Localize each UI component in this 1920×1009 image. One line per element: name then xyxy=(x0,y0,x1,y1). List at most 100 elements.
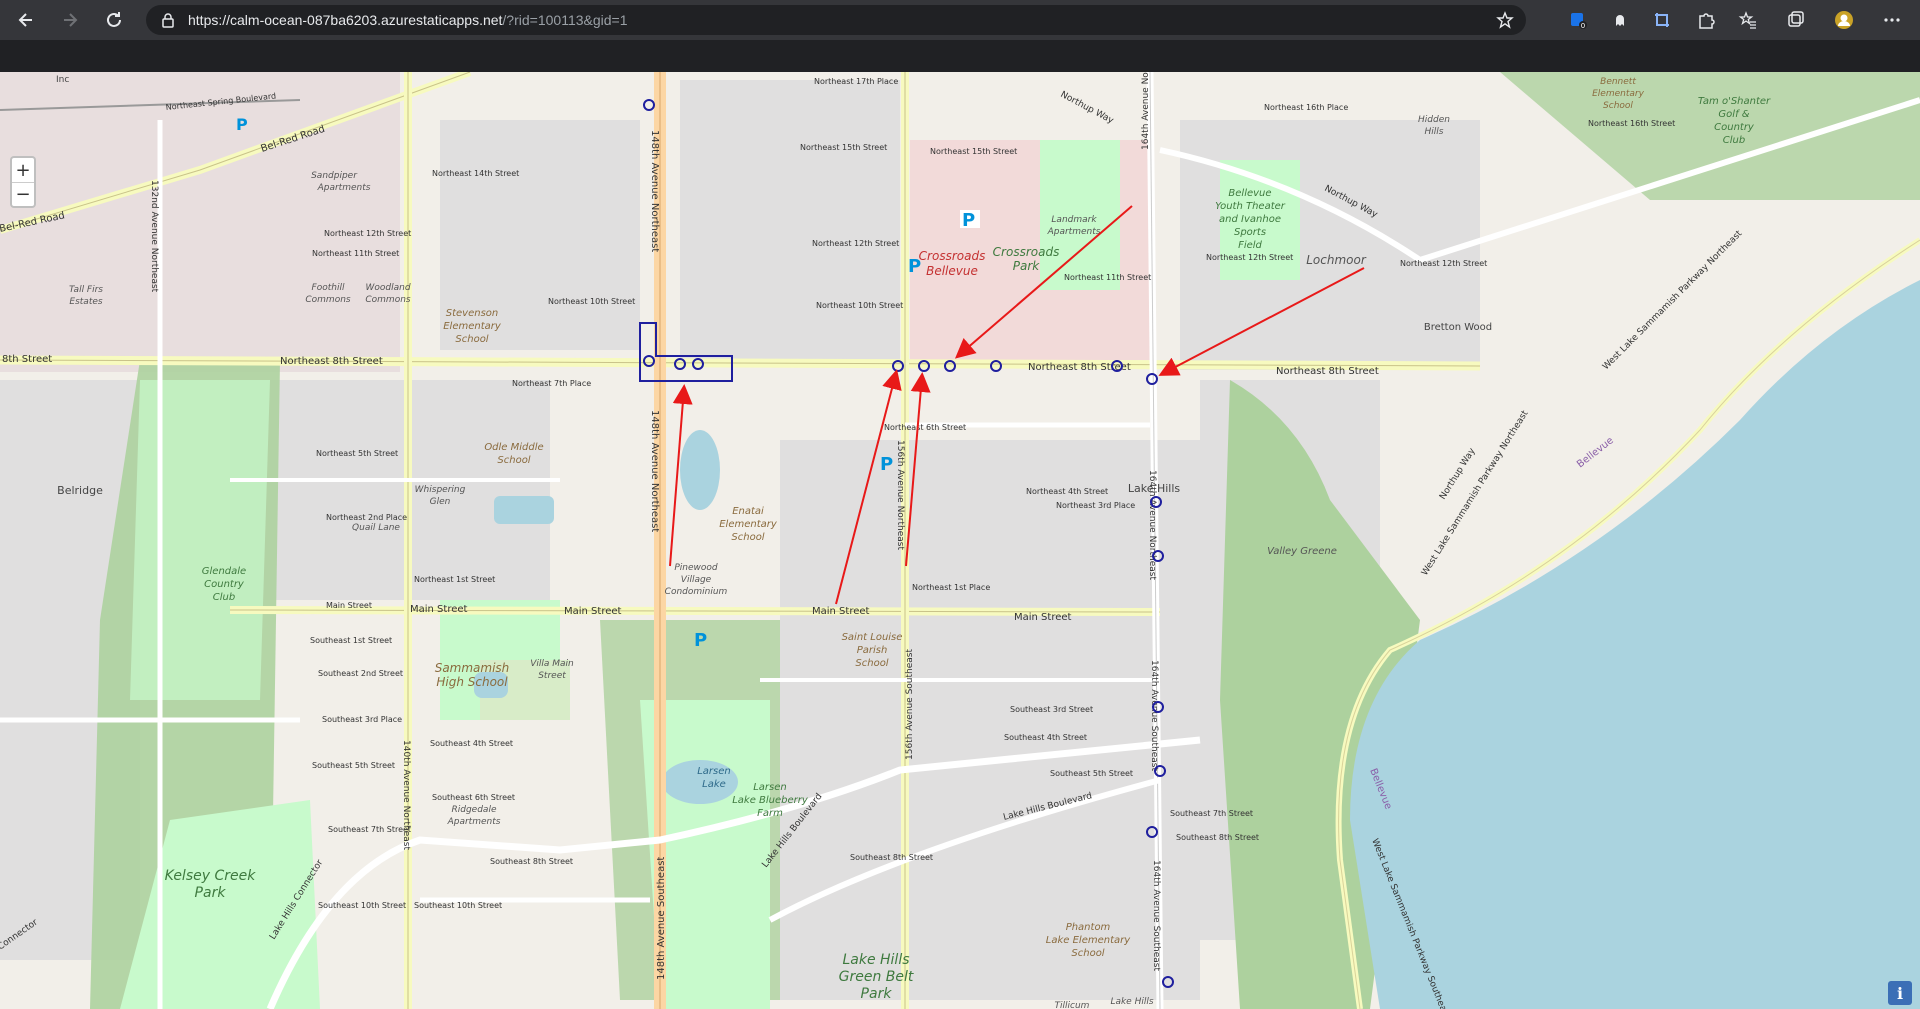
svg-text:164th Avenue Southeast: 164th Avenue Southeast xyxy=(1151,860,1161,971)
collections-icon[interactable] xyxy=(1784,8,1808,32)
svg-text:Field: Field xyxy=(1238,240,1262,251)
back-arrow-icon[interactable] xyxy=(8,2,44,38)
svg-text:Southeast 6th Street: Southeast 6th Street xyxy=(432,793,515,802)
svg-text:Northeast 12th Street: Northeast 12th Street xyxy=(1206,253,1293,262)
svg-text:P: P xyxy=(880,454,893,475)
svg-text:Northeast 3rd Place: Northeast 3rd Place xyxy=(1056,501,1135,510)
svg-text:Elementary: Elementary xyxy=(719,519,778,530)
svg-text:Southeast 3rd Street: Southeast 3rd Street xyxy=(1010,705,1093,714)
svg-text:Apartments: Apartments xyxy=(317,183,371,193)
svg-text:Southeast 4th Street: Southeast 4th Street xyxy=(1004,733,1087,742)
svg-text:Northeast 14th Street: Northeast 14th Street xyxy=(432,169,519,178)
svg-text:Main Street: Main Street xyxy=(1014,612,1072,623)
svg-text:Bellevue: Bellevue xyxy=(926,264,978,278)
more-menu-icon[interactable] xyxy=(1880,8,1904,32)
svg-text:Northeast 8th Street: Northeast 8th Street xyxy=(280,356,383,367)
svg-text:Lochmoor: Lochmoor xyxy=(1306,253,1367,267)
svg-text:Woodland: Woodland xyxy=(365,283,410,293)
svg-text:Park: Park xyxy=(1013,259,1041,273)
svg-text:Foothill: Foothill xyxy=(312,283,345,293)
svg-text:Youth Theater: Youth Theater xyxy=(1215,201,1286,212)
svg-text:Northeast 11th Street: Northeast 11th Street xyxy=(1064,273,1151,282)
svg-text:Commons: Commons xyxy=(305,295,351,305)
svg-text:Elementary: Elementary xyxy=(443,321,502,332)
svg-text:Sandpiper: Sandpiper xyxy=(311,171,358,181)
svg-text:Larsen: Larsen xyxy=(697,766,731,777)
svg-text:Tall Firs: Tall Firs xyxy=(69,285,103,295)
svg-text:Northeast 12th Street: Northeast 12th Street xyxy=(324,229,411,238)
svg-text:Southeast 8th Street: Southeast 8th Street xyxy=(490,857,573,866)
svg-text:Bretton Wood: Bretton Wood xyxy=(1424,322,1492,333)
attribution-info-button[interactable]: i xyxy=(1888,981,1912,1005)
svg-text:Lake Elementary: Lake Elementary xyxy=(1046,935,1131,946)
svg-text:148th Avenue Northeast: 148th Avenue Northeast xyxy=(649,130,660,252)
svg-text:Stevenson: Stevenson xyxy=(446,308,499,319)
svg-text:Lake Hills: Lake Hills xyxy=(842,952,909,968)
zoom-out-button[interactable]: − xyxy=(12,182,34,206)
star-icon[interactable] xyxy=(1496,11,1514,29)
svg-text:School: School xyxy=(497,455,530,466)
svg-text:Crossroads: Crossroads xyxy=(919,249,986,263)
puzzle-extensions-icon[interactable] xyxy=(1694,8,1718,32)
svg-text:Southeast 7th Street: Southeast 7th Street xyxy=(1170,809,1253,818)
svg-text:Belridge: Belridge xyxy=(57,484,103,497)
svg-text:Glen: Glen xyxy=(430,497,451,507)
svg-text:Elementary: Elementary xyxy=(1592,89,1644,99)
screenshot-extension-icon[interactable] xyxy=(1650,8,1674,32)
address-bar[interactable]: https://calm-ocean-087ba6203.azurestatic… xyxy=(146,5,1526,35)
svg-text:Golf &: Golf & xyxy=(1718,109,1749,120)
extension-badge-icon[interactable]: 0 xyxy=(1566,8,1590,32)
map-view[interactable]: P P P P P Bel-Red Road Bel-Red Road Nort… xyxy=(0,72,1920,1009)
svg-text:Estates: Estates xyxy=(69,297,102,307)
svg-text:Parish: Parish xyxy=(857,645,888,656)
svg-text:Southeast 8th Street: Southeast 8th Street xyxy=(850,853,933,862)
svg-text:Condominium: Condominium xyxy=(665,587,728,597)
svg-text:Quail Lane: Quail Lane xyxy=(352,523,400,533)
svg-text:Northeast 6th Street: Northeast 6th Street xyxy=(884,423,966,432)
zoom-in-button[interactable]: + xyxy=(12,158,34,182)
svg-text:Commons: Commons xyxy=(365,295,411,305)
lock-icon xyxy=(162,13,174,28)
svg-text:Southeast 8th Street: Southeast 8th Street xyxy=(1176,833,1259,842)
svg-text:Main Street: Main Street xyxy=(326,601,372,610)
svg-text:Northeast 15th Street: Northeast 15th Street xyxy=(800,143,887,152)
reload-icon[interactable] xyxy=(96,2,132,38)
svg-text:Northeast 16th Place: Northeast 16th Place xyxy=(1264,103,1348,112)
tab-strip xyxy=(0,40,1920,72)
svg-text:Pinewood: Pinewood xyxy=(674,563,718,573)
svg-text:Main Street: Main Street xyxy=(812,606,870,617)
svg-text:Country: Country xyxy=(204,579,245,590)
svg-text:Saint Louise: Saint Louise xyxy=(842,632,903,643)
svg-text:Southeast 1st Street: Southeast 1st Street xyxy=(310,636,392,645)
svg-text:Club: Club xyxy=(213,592,235,603)
svg-text:Northeast 12th Street: Northeast 12th Street xyxy=(1400,259,1487,268)
svg-text:School: School xyxy=(1071,948,1104,959)
url-text: https://calm-ocean-087ba6203.azurestatic… xyxy=(188,12,628,28)
svg-text:Farm: Farm xyxy=(757,808,783,819)
profile-avatar-icon[interactable] xyxy=(1832,8,1856,32)
svg-text:Southeast 5th Street: Southeast 5th Street xyxy=(1050,769,1133,778)
svg-text:Bennett: Bennett xyxy=(1600,77,1636,87)
svg-text:Southeast 4th Street: Southeast 4th Street xyxy=(430,739,513,748)
favorites-icon[interactable] xyxy=(1736,8,1760,32)
svg-text:Larsen: Larsen xyxy=(753,782,787,793)
svg-text:Northeast 17th Place: Northeast 17th Place xyxy=(814,77,898,86)
svg-text:148th Avenue Northeast: 148th Avenue Northeast xyxy=(649,410,660,532)
svg-text:Sports: Sports xyxy=(1234,227,1266,238)
svg-text:School: School xyxy=(1603,101,1633,111)
svg-text:Hills: Hills xyxy=(1425,127,1444,137)
forward-arrow-icon[interactable] xyxy=(52,2,88,38)
svg-text:Phantom: Phantom xyxy=(1066,922,1111,933)
svg-text:Northeast 15th Street: Northeast 15th Street xyxy=(930,147,1017,156)
svg-text:Odle Middle: Odle Middle xyxy=(484,442,543,453)
svg-text:Green Belt: Green Belt xyxy=(839,969,914,985)
svg-text:P: P xyxy=(236,115,248,134)
ghost-extension-icon[interactable] xyxy=(1608,8,1632,32)
svg-text:School: School xyxy=(855,658,888,669)
svg-text:Northeast 10th Street: Northeast 10th Street xyxy=(816,301,903,310)
svg-text:Club: Club xyxy=(1723,135,1745,146)
svg-text:Tillicum: Tillicum xyxy=(1055,1001,1090,1009)
svg-text:Hidden: Hidden xyxy=(1418,115,1450,125)
svg-text:Northeast 7th Place: Northeast 7th Place xyxy=(512,379,591,388)
svg-text:Street: Street xyxy=(538,671,566,681)
